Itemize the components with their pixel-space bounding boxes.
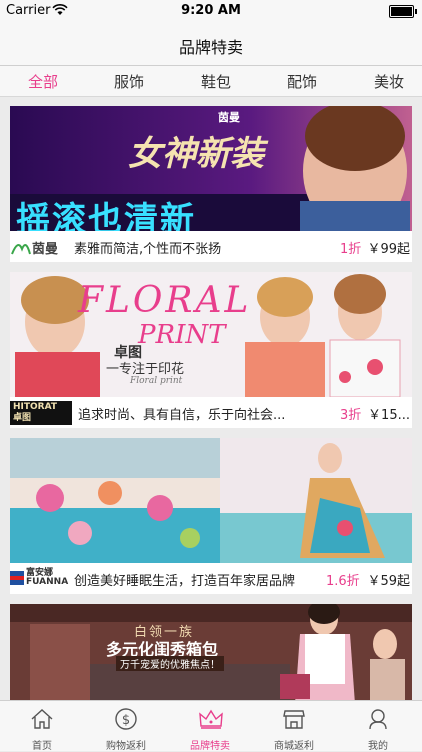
tab-clothing[interactable]: 服饰 bbox=[114, 71, 144, 92]
tabbar-brand-sale[interactable]: 品牌特卖 bbox=[168, 701, 252, 752]
banner-brand-text: 茵曼 bbox=[218, 111, 240, 124]
banner-tagline: 万千宠爱的优雅焦点！ bbox=[116, 656, 224, 671]
discount-label: 1折 bbox=[340, 242, 362, 257]
banner-subheadline: 摇滚也清新 bbox=[16, 200, 196, 231]
user-icon bbox=[369, 709, 387, 730]
tab-beauty[interactable]: 美妆 bbox=[374, 71, 404, 92]
tab-accessories[interactable]: 配饰 bbox=[287, 71, 317, 92]
brand-card[interactable]: 白领一族 多元化闺秀箱包 万千宠爱的优雅焦点！ bbox=[10, 604, 412, 700]
battery-icon bbox=[389, 5, 417, 18]
brand-sale-list: 茵曼 女神新装 摇滚也清新 茵曼 素雅而简洁,个性而不张扬 1折 ￥99起 FL… bbox=[0, 97, 422, 700]
price-label: ￥59起 bbox=[367, 574, 410, 589]
brand-logo: HITORAT 卓图 bbox=[10, 401, 72, 425]
brand-logo-text: 茵曼 bbox=[32, 242, 59, 257]
dollar-coin-icon: $ bbox=[115, 708, 137, 730]
brand-logo-text: HITORAT 卓图 bbox=[13, 402, 58, 423]
banner-script-text: Floral print bbox=[130, 376, 183, 386]
banner-headline: 女神新装 bbox=[128, 134, 264, 174]
brand-banner-image[interactable]: FLORAL PRINT 卓图 一专注于印花 Floral print bbox=[10, 272, 412, 397]
tab-shoes-bags[interactable]: 鞋包 bbox=[201, 71, 231, 92]
tabbar-home[interactable]: 首页 bbox=[0, 701, 84, 752]
brand-card[interactable]: 富安娜 FUANNA 创造美好睡眠生活，打造百年家居品牌 1.6折 ￥59起 bbox=[10, 438, 412, 594]
crown-icon bbox=[199, 709, 223, 729]
discount-label: 3折 bbox=[340, 408, 362, 423]
navigation-bar: 品牌特卖 bbox=[0, 22, 422, 66]
clock: 9:20 AM bbox=[181, 3, 241, 18]
price-label: ￥15... bbox=[368, 408, 410, 423]
banner-headline: FLORAL bbox=[78, 280, 252, 321]
category-tabs: 全部 服饰 鞋包 配饰 美妆 bbox=[0, 66, 422, 97]
brand-banner-image[interactable] bbox=[10, 438, 412, 563]
brand-card[interactable]: FLORAL PRINT 卓图 一专注于印花 Floral print HITO… bbox=[10, 272, 412, 428]
tabbar-shopping-rebate[interactable]: $ 购物返利 bbox=[84, 701, 168, 752]
brand-slogan: 素雅而简洁,个性而不张扬 bbox=[74, 242, 222, 257]
brand-info-row: HITORAT 卓图 追求时尚、具有自信，乐于向社会... 3折 ￥15... bbox=[10, 397, 412, 428]
tab-all[interactable]: 全部 bbox=[28, 71, 58, 92]
bottom-tab-bar: 首页 $ 购物返利 品牌特卖 商城返利 我的 bbox=[0, 700, 422, 752]
brand-slogan: 追求时尚、具有自信，乐于向社会... bbox=[78, 408, 286, 423]
brand-banner-image[interactable]: 白领一族 多元化闺秀箱包 万千宠爱的优雅焦点！ bbox=[10, 604, 412, 700]
price-label: ￥99起 bbox=[367, 242, 410, 257]
brand-logo: 茵曼 bbox=[10, 237, 70, 257]
brand-info-row: 富安娜 FUANNA 创造美好睡眠生活，打造百年家居品牌 1.6折 ￥59起 bbox=[10, 563, 412, 594]
brand-logo: 富安娜 FUANNA bbox=[10, 569, 70, 589]
brand-info-row: 茵曼 素雅而简洁,个性而不张扬 1折 ￥99起 bbox=[10, 231, 412, 262]
brand-card[interactable]: 茵曼 女神新装 摇滚也清新 茵曼 素雅而简洁,个性而不张扬 1折 ￥99起 bbox=[10, 106, 412, 262]
brand-banner-image[interactable]: 茵曼 女神新装 摇滚也清新 bbox=[10, 106, 412, 231]
tabbar-mine[interactable]: 我的 bbox=[336, 701, 420, 752]
page-title: 品牌特卖 bbox=[178, 38, 243, 57]
brand-logo-text: 富安娜 FUANNA bbox=[26, 568, 69, 587]
svg-text:$: $ bbox=[122, 713, 130, 728]
banner-subheadline: PRINT bbox=[138, 320, 226, 350]
banner-tagline: 一专注于印花 bbox=[106, 362, 185, 377]
brand-slogan: 创造美好睡眠生活，打造百年家居品牌 bbox=[74, 574, 296, 589]
discount-label: 1.6折 bbox=[326, 574, 360, 589]
tabbar-mall-rebate[interactable]: 商城返利 bbox=[252, 701, 336, 752]
home-icon bbox=[31, 709, 53, 729]
shop-icon bbox=[283, 710, 305, 729]
status-bar: Carrier 9:20 AM bbox=[0, 0, 422, 22]
